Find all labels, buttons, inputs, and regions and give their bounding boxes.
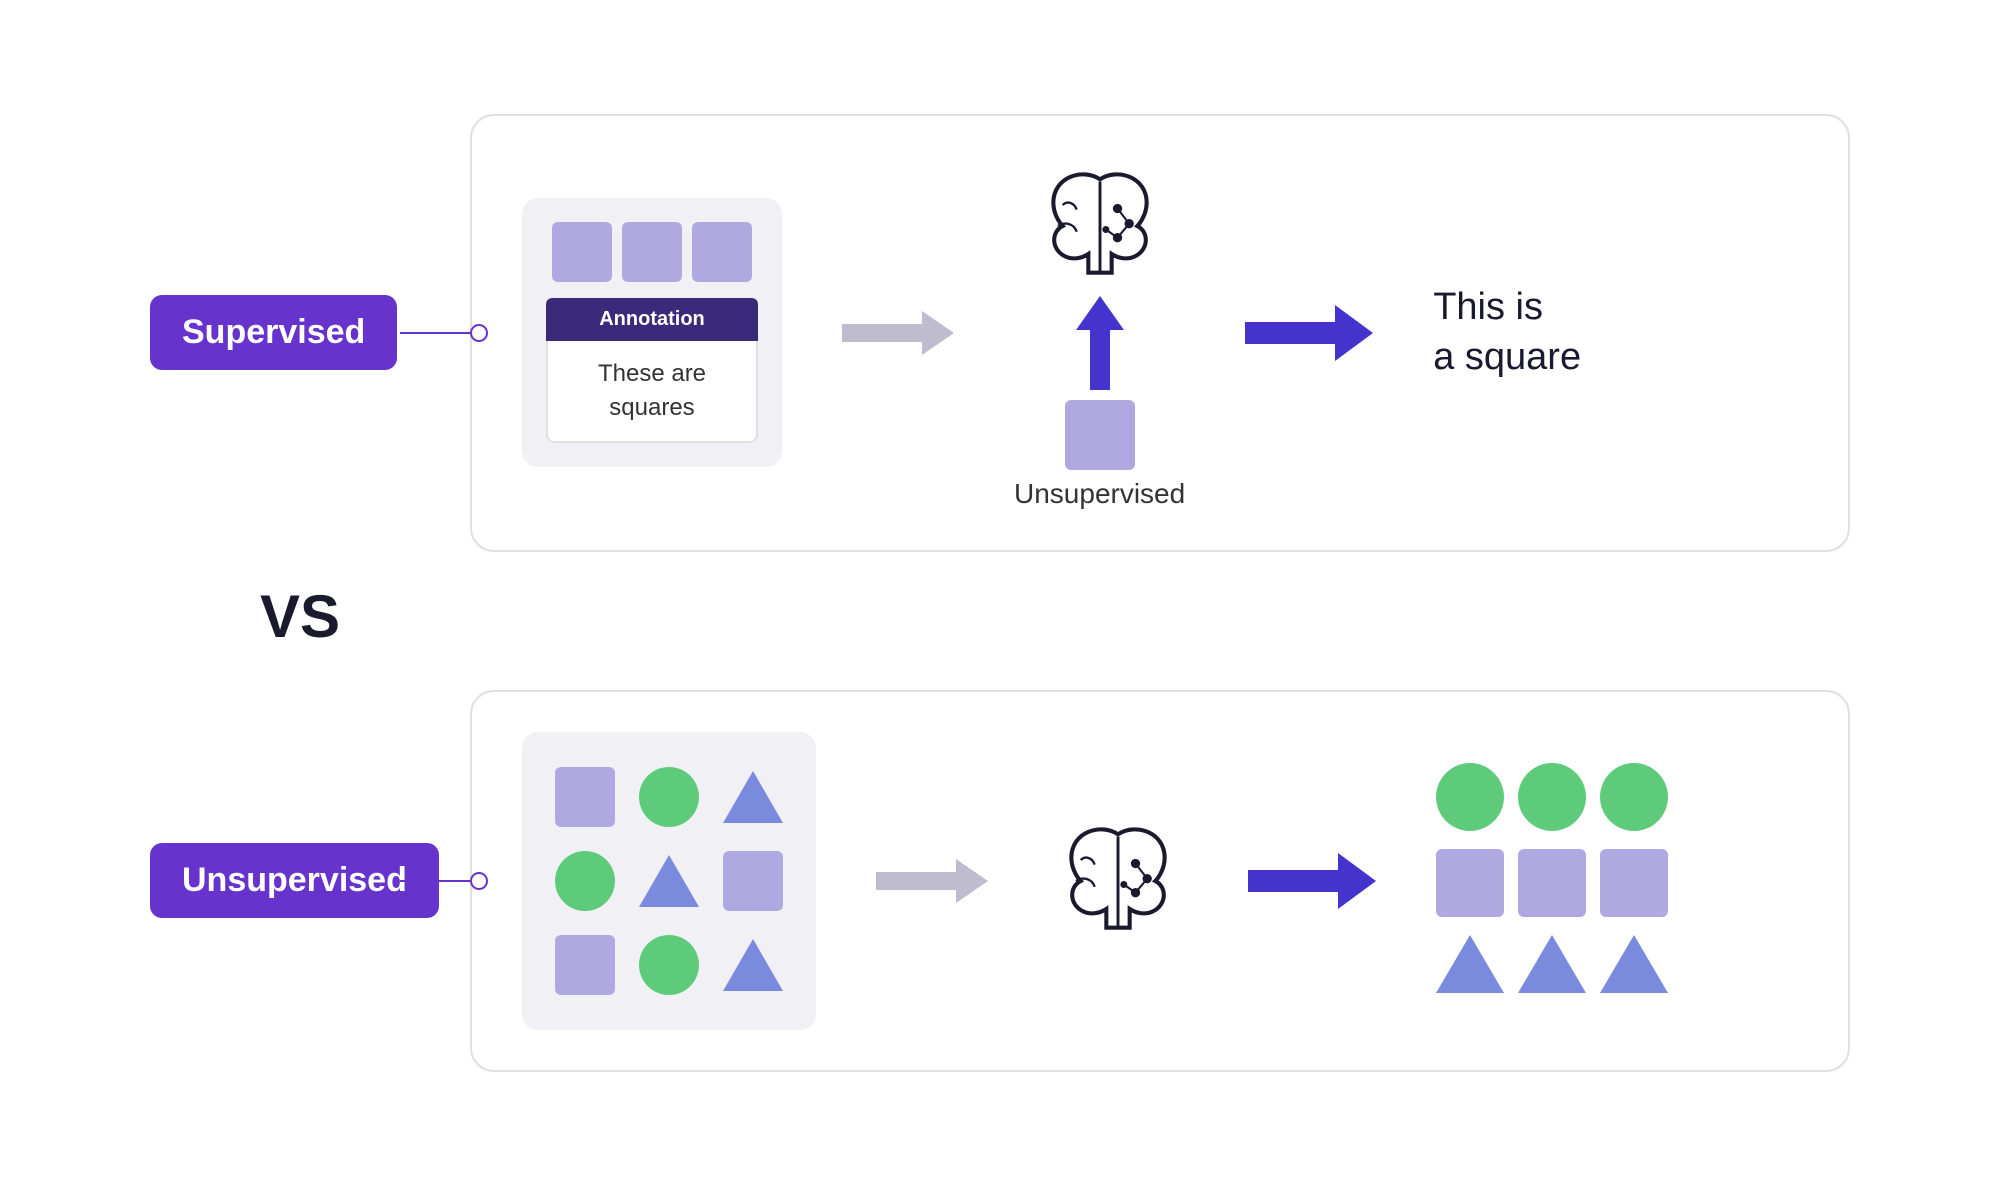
unsupervised-sublabel: Unsupervised (1014, 478, 1185, 510)
arrow-head-u (956, 859, 988, 903)
unsupervised-connector (400, 872, 488, 890)
up-arrow-head (1076, 296, 1124, 330)
shape-sq-2 (723, 851, 783, 911)
annotation-text: These aresquares (546, 341, 758, 442)
square-2 (622, 222, 682, 282)
supervised-badge: Supervised (150, 295, 397, 370)
blue-arrow-output-unsupervised (1248, 853, 1376, 909)
blue-shaft-u (1248, 870, 1338, 892)
out-sq-1 (1436, 849, 1504, 917)
unsupervised-connector-circle (470, 872, 488, 890)
brain-section-supervised: Unsupervised (1014, 156, 1185, 510)
shape-circle-1 (639, 767, 699, 827)
out-triangle-2 (1518, 935, 1586, 993)
vs-label: VS (260, 582, 340, 651)
unsupervised-badge-label: Unsupervised (182, 861, 407, 899)
out-circle-3 (1600, 763, 1668, 831)
shape-triangle-1 (723, 771, 783, 823)
supervised-data-card: Annotation These aresquares (522, 198, 782, 466)
output-grid-unsupervised (1436, 763, 1668, 999)
purple-square-unsupervised (1065, 400, 1135, 470)
unsupervised-row: Unsupervised (150, 681, 1850, 1081)
out-sq-3 (1600, 849, 1668, 917)
shape-circle-3 (639, 935, 699, 995)
supervised-badge-label: Supervised (182, 313, 365, 351)
squares-row (552, 222, 752, 282)
out-circle-1 (1436, 763, 1504, 831)
blue-arrow-output-supervised (1245, 305, 1373, 361)
shape-triangle-3 (723, 939, 783, 991)
unsupervised-connector-line (400, 880, 470, 882)
output-circles-row (1436, 763, 1668, 831)
supervised-panel: Annotation These aresquares (470, 114, 1850, 552)
output-triangles-row (1436, 935, 1668, 999)
out-triangle-1 (1436, 935, 1504, 993)
output-squares-row (1436, 849, 1668, 917)
blue-shaft (1245, 322, 1335, 344)
arrow-shaft-u (876, 872, 956, 890)
brain-icon-supervised (1030, 156, 1170, 296)
arrow-head (922, 311, 954, 355)
square-1 (552, 222, 612, 282)
blue-head (1335, 305, 1373, 361)
brain-icon-unsupervised (1048, 811, 1188, 951)
up-arrow-shaft (1090, 330, 1110, 390)
connector-line (400, 332, 470, 334)
unsupervised-badge: Unsupervised (150, 843, 439, 918)
arrow-shaft (842, 324, 922, 342)
shape-triangle-2 (639, 855, 699, 907)
out-sq-2 (1518, 849, 1586, 917)
supervised-connector (400, 324, 488, 342)
out-triangle-3 (1600, 935, 1668, 993)
blue-head-u (1338, 853, 1376, 909)
out-circle-2 (1518, 763, 1586, 831)
shape-sq-3 (555, 935, 615, 995)
output-text-supervised: This isa square (1433, 283, 1581, 382)
square-3 (692, 222, 752, 282)
unsupervised-panel (470, 690, 1850, 1072)
shape-sq-1 (555, 767, 615, 827)
arrow-to-brain-supervised (842, 311, 954, 355)
annotation-wrapper: Annotation These aresquares (546, 298, 758, 442)
arrow-to-brain-unsupervised (876, 859, 988, 903)
connector-circle (470, 324, 488, 342)
unsupervised-data-card (522, 732, 816, 1030)
main-diagram: Supervised Annotation These aresquares (150, 114, 1850, 1081)
up-arrow-supervised (1076, 296, 1124, 390)
vs-container: VS (150, 582, 1850, 651)
supervised-row: Supervised Annotation These aresquares (150, 114, 1850, 552)
annotation-title: Annotation (546, 298, 758, 341)
shape-circle-2 (555, 851, 615, 911)
